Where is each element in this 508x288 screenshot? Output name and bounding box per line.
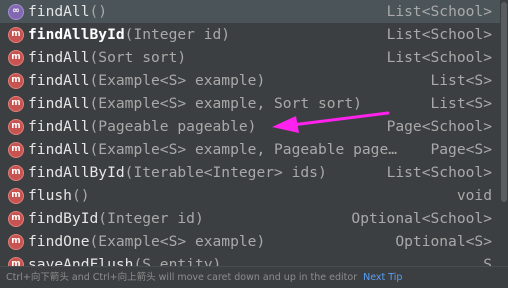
completion-item[interactable]: m findAll (Example<S> example, Pageable p… <box>0 138 500 161</box>
return-type: List<School> <box>386 49 492 66</box>
completion-item[interactable]: m findAll (Example<S> example, Sort sort)… <box>0 92 500 115</box>
method-params: (Example<S> example) <box>89 72 266 89</box>
method-name: findOne <box>28 233 90 250</box>
method-name: findAllById <box>28 164 125 181</box>
return-type: void <box>456 187 492 204</box>
method-name: findById <box>28 210 99 227</box>
method-params: (Example<S> example, Pageable page… <box>89 141 398 158</box>
method-params: (Example<S> example) <box>89 233 266 250</box>
method-icon: m <box>8 233 24 250</box>
completion-item[interactable]: m findAllById (Iterable<Integer> ids) Lis… <box>0 161 500 184</box>
method-icon: m <box>8 72 24 89</box>
method-icon: m <box>8 26 24 43</box>
method-icon: m <box>8 164 24 181</box>
method-icon: m <box>8 256 24 266</box>
return-type: List<School> <box>386 164 492 181</box>
special-method-icon: ∞ <box>8 3 24 20</box>
method-name: findAll <box>28 49 90 66</box>
method-name: findAllById <box>28 26 125 43</box>
completion-item[interactable]: ∞ findAll() List<School> <box>0 0 500 23</box>
method-params: (Sort sort) <box>89 49 187 66</box>
return-type: List<School> <box>386 3 492 20</box>
method-params: (S entity) <box>133 256 222 266</box>
completion-item[interactable]: m findById (Integer id) Optional<School> <box>0 207 500 230</box>
method-params: () <box>71 187 90 204</box>
method-name: findAll <box>28 118 90 135</box>
completion-item[interactable]: m flush() void <box>0 184 500 207</box>
method-name: findAll <box>28 3 90 20</box>
method-params: (Integer id) <box>98 210 204 227</box>
return-type: Page<School> <box>386 118 492 135</box>
method-params: () <box>89 3 108 20</box>
completion-item[interactable]: m findAllById (Integer id) List<School> <box>0 23 500 46</box>
method-icon: m <box>8 49 24 66</box>
completion-item[interactable]: m findAll (Example<S> example) List<S> <box>0 69 500 92</box>
method-icon: m <box>8 95 24 112</box>
return-type: Page<S> <box>430 141 492 158</box>
method-params: (Iterable<Integer> ids) <box>124 164 327 181</box>
method-icon: m <box>8 187 24 204</box>
return-type: Optional<School> <box>351 210 492 227</box>
method-icon: m <box>8 118 24 135</box>
footer-hint: Ctrl+向下箭头 and Ctrl+向上箭头 will move caret … <box>6 272 358 283</box>
method-name: findAll <box>28 141 90 158</box>
method-name: findAll <box>28 72 90 89</box>
method-params: (Example<S> example, Sort sort) <box>89 95 362 112</box>
code-completion-popup: ∞ findAll() List<School> m findAllById (I… <box>0 0 508 288</box>
method-name: findAll <box>28 95 90 112</box>
return-type: List<S> <box>430 72 492 89</box>
completion-list: ∞ findAll() List<School> m findAllById (I… <box>0 0 500 266</box>
method-params: (Integer id) <box>124 26 231 43</box>
return-type: S <box>483 256 492 266</box>
scrollbar-thumb[interactable] <box>501 2 507 202</box>
return-type: Optional<S> <box>395 233 492 250</box>
vertical-scrollbar[interactable] <box>500 0 508 266</box>
method-icon: m <box>8 141 24 158</box>
completion-item[interactable]: m saveAndFlush (S entity) S <box>0 253 500 266</box>
method-icon: m <box>8 210 24 227</box>
next-tip-link[interactable]: Next Tip <box>363 272 402 283</box>
method-name: flush <box>28 187 72 204</box>
completion-footer: Ctrl+向下箭头 and Ctrl+向上箭头 will move caret … <box>0 266 508 288</box>
method-name: saveAndFlush <box>28 256 134 266</box>
completion-item[interactable]: m findAll (Sort sort) List<School> <box>0 46 500 69</box>
method-params: (Pageable pageable) <box>89 118 257 135</box>
completion-item[interactable]: m findAll (Pageable pageable) Page<School… <box>0 115 500 138</box>
return-type: List<S> <box>430 95 492 112</box>
return-type: List<School> <box>386 26 492 43</box>
completion-item[interactable]: m findOne (Example<S> example) Optional<S… <box>0 230 500 253</box>
